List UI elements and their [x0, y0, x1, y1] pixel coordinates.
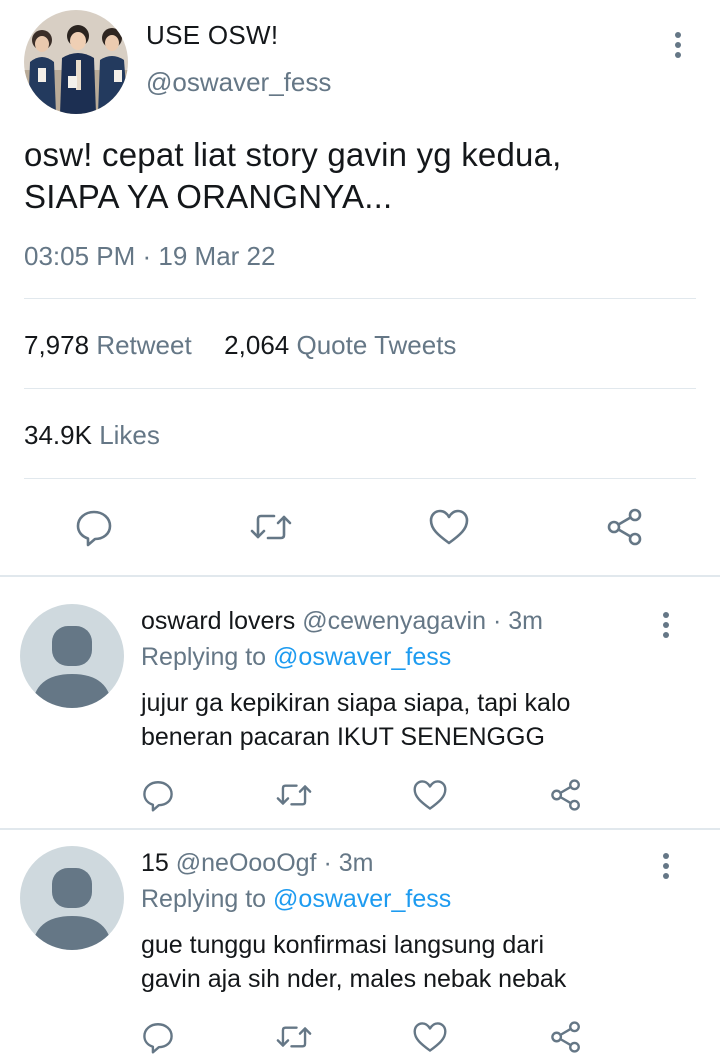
- reply-text-line: gavin aja sih nder, males nebak nebak: [141, 965, 567, 993]
- tweet-timestamp: 03:05 PM · 19 Mar 22: [24, 241, 276, 271]
- reply-time: · 3m: [492, 607, 543, 635]
- reply-display-name[interactable]: 15: [141, 849, 169, 877]
- reply-action-bar: [0, 1018, 720, 1058]
- section-divider: [0, 828, 720, 830]
- replying-to-label: Replying to: [141, 885, 267, 913]
- reply-text: gue tunggu konfirmasi langsung dari gavi…: [141, 928, 681, 996]
- tweet-stats-row: 7,978 Retweet 2,064 Quote Tweets: [24, 330, 456, 361]
- retweet-count: 7,978: [24, 330, 90, 360]
- reply-action-bar: [0, 776, 720, 816]
- replying-to-line: Replying to @oswaver_fess: [141, 885, 451, 914]
- share-icon[interactable]: [548, 778, 584, 812]
- replying-to-label: Replying to: [141, 643, 267, 671]
- divider: [24, 478, 696, 479]
- divider: [24, 388, 696, 389]
- tweet-author-avatar[interactable]: [24, 10, 128, 114]
- reply-text: jujur ga kepikiran siapa siapa, tapi kal…: [141, 686, 681, 754]
- heart-icon[interactable]: [412, 1020, 448, 1054]
- quote-count-link[interactable]: 2,064 Quote Tweets: [224, 330, 456, 360]
- reply-text-line: jujur ga kepikiran siapa siapa, tapi kal…: [141, 689, 571, 717]
- retweet-icon[interactable]: [274, 778, 314, 812]
- more-vertical-icon[interactable]: [663, 853, 671, 883]
- reply-time: · 3m: [323, 849, 374, 877]
- reply-handle[interactable]: @neOooOgf: [176, 849, 317, 877]
- heart-icon[interactable]: [412, 778, 448, 812]
- replying-to-handle[interactable]: @oswaver_fess: [273, 885, 451, 913]
- tweet-text-line: SIAPA YA ORANGNYA...: [24, 178, 393, 215]
- default-avatar-icon: [20, 846, 124, 950]
- share-icon[interactable]: [548, 1020, 584, 1054]
- default-avatar-icon: [20, 604, 124, 708]
- retweet-count-link[interactable]: 7,978 Retweet: [24, 330, 199, 360]
- retweet-icon[interactable]: [274, 1020, 314, 1054]
- reply-icon[interactable]: [141, 1020, 175, 1054]
- retweet-label: Retweet: [96, 330, 192, 360]
- divider: [24, 298, 696, 299]
- quote-label: Quote Tweets: [296, 330, 457, 360]
- tweet-display-name[interactable]: USE OSW!: [146, 20, 278, 51]
- replying-to-line: Replying to @oswaver_fess: [141, 643, 451, 672]
- reply-display-name[interactable]: osward lovers: [141, 607, 295, 635]
- tweet-action-bar: [0, 503, 720, 551]
- group-photo-avatar-icon: [24, 10, 128, 114]
- reply-text-line: gue tunggu konfirmasi langsung dari: [141, 931, 545, 959]
- retweet-icon[interactable]: [248, 507, 294, 547]
- likes-count-link[interactable]: 34.9K Likes: [24, 420, 160, 451]
- replying-to-handle[interactable]: @oswaver_fess: [273, 643, 451, 671]
- share-icon[interactable]: [604, 507, 646, 547]
- reply-handle[interactable]: @cewenyagavin: [302, 607, 486, 635]
- likes-count: 34.9K: [24, 420, 92, 450]
- tweet-text-line: osw! cepat liat story gavin yg kedua,: [24, 136, 562, 173]
- reply-text-line: beneran pacaran IKUT SENENGGG: [141, 723, 545, 751]
- reply-icon[interactable]: [74, 507, 114, 547]
- tweet-text: osw! cepat liat story gavin yg kedua, SI…: [24, 134, 694, 218]
- heart-icon[interactable]: [428, 507, 470, 547]
- likes-label: Likes: [99, 420, 160, 450]
- reply-avatar[interactable]: [20, 846, 124, 950]
- reply-avatar[interactable]: [20, 604, 124, 708]
- section-divider: [0, 575, 720, 577]
- more-vertical-icon[interactable]: [675, 32, 683, 62]
- quote-count: 2,064: [224, 330, 290, 360]
- reply-icon[interactable]: [141, 778, 175, 812]
- tweet-handle[interactable]: @oswaver_fess: [146, 67, 331, 98]
- reply-header: 15 @neOooOgf · 3m: [141, 849, 373, 878]
- reply-header: osward lovers @cewenyagavin · 3m: [141, 607, 543, 636]
- more-vertical-icon[interactable]: [663, 612, 671, 642]
